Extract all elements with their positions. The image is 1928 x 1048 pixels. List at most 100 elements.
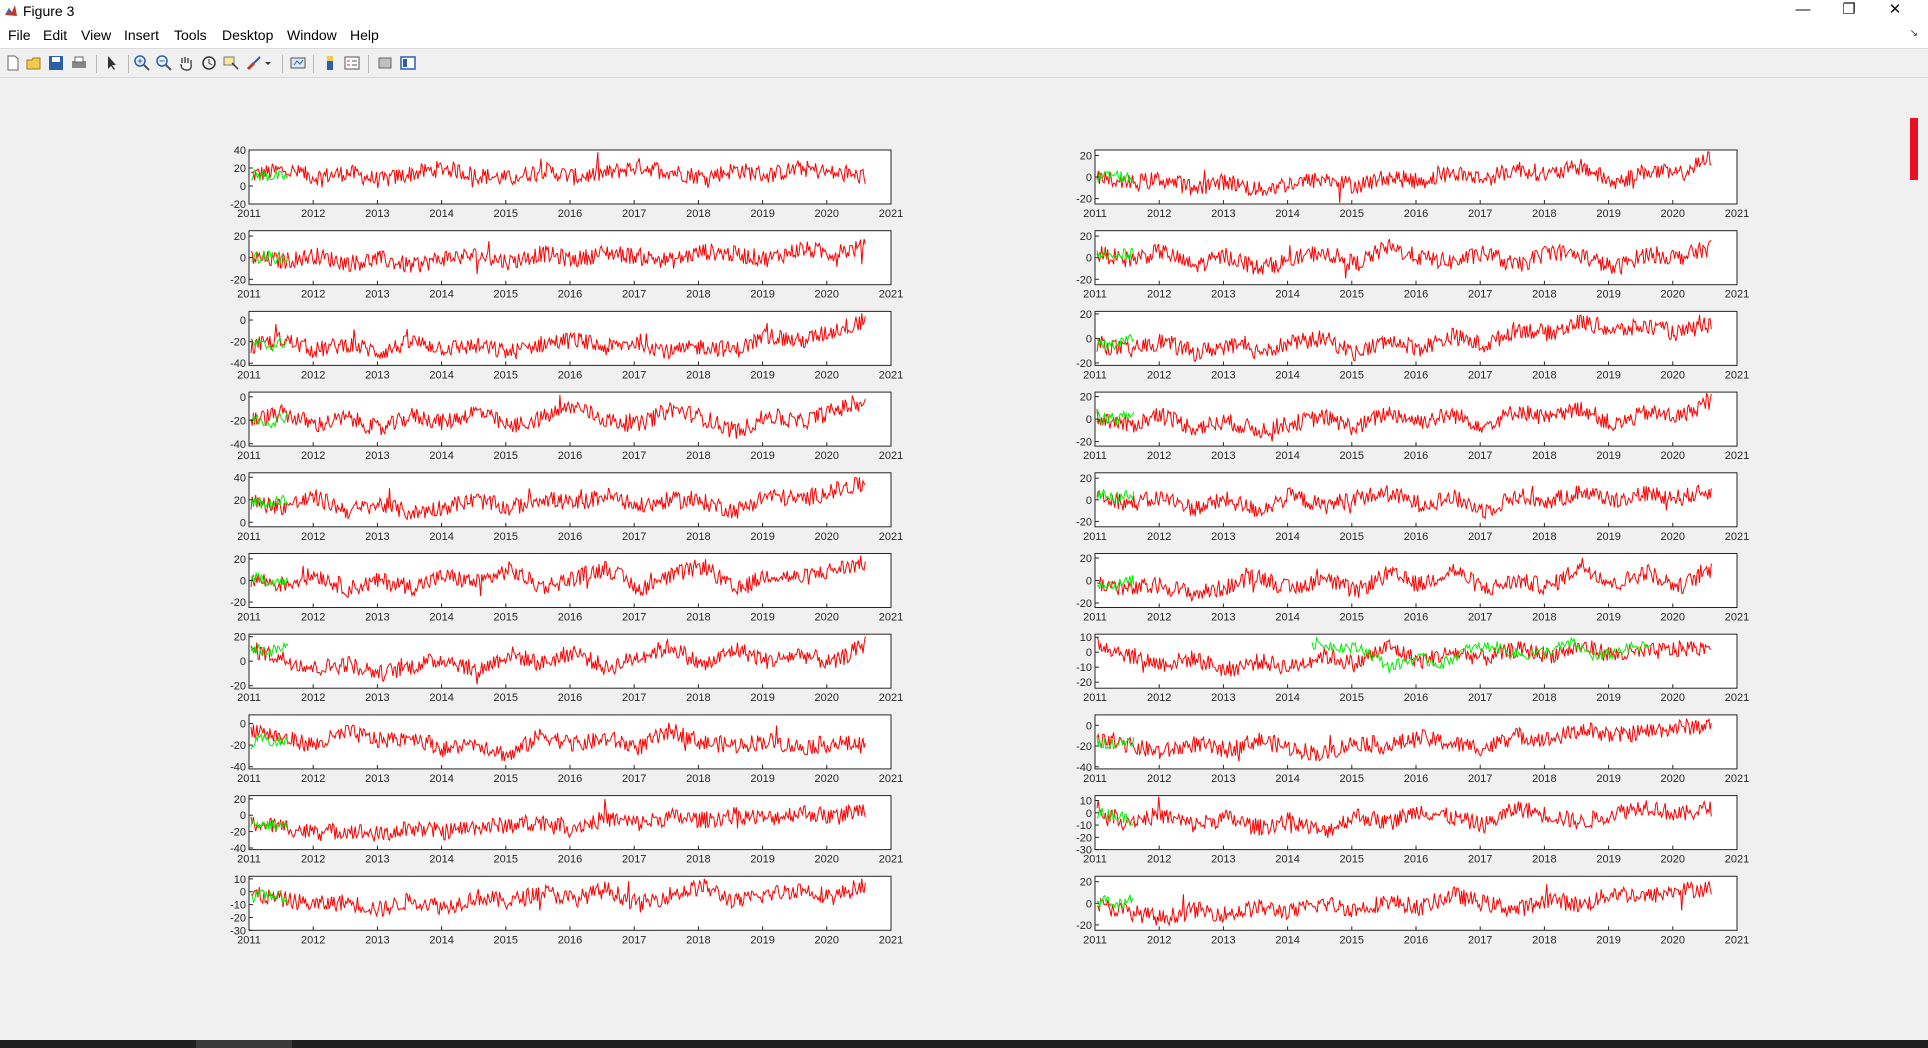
close-button[interactable]: ✕: [1872, 0, 1918, 22]
y-tick-label: -20: [1076, 358, 1092, 370]
dock-arrow-icon[interactable]: ↘: [1910, 28, 1918, 39]
x-tick-label: 2011: [237, 450, 261, 462]
x-tick-label: 2013: [365, 531, 389, 543]
x-tick-label: 2018: [1532, 531, 1556, 543]
x-tick-label: 2013: [1211, 450, 1235, 462]
x-tick-label: 2019: [1596, 450, 1620, 462]
x-tick-label: 2019: [1596, 208, 1620, 220]
y-tick-label: -40: [230, 358, 246, 370]
x-tick-label: 2011: [237, 531, 261, 543]
x-tick-label: 2017: [622, 773, 646, 785]
print-icon[interactable]: [70, 54, 88, 72]
x-tick-label: 2014: [429, 289, 453, 301]
brush-dropdown-icon[interactable]: [263, 54, 273, 72]
x-tick-label: 2018: [686, 369, 710, 381]
x-tick-label: 2012: [301, 773, 325, 785]
link-plot-icon[interactable]: [289, 54, 307, 72]
zoom-out-icon[interactable]: [155, 54, 173, 72]
menu-insert[interactable]: Insert: [124, 27, 159, 43]
x-tick-label: 2018: [686, 773, 710, 785]
x-tick-label: 2015: [494, 692, 518, 704]
y-tick-label: -30: [230, 925, 246, 937]
x-tick-label: 2016: [1404, 854, 1428, 866]
menu-help[interactable]: Help: [350, 27, 379, 43]
menu-bar: File Edit View Insert Tools Desktop Wind…: [0, 22, 1928, 49]
x-tick-label: 2020: [1661, 692, 1685, 704]
x-tick-label: 2020: [1661, 369, 1685, 381]
x-tick-label: 2013: [1211, 369, 1235, 381]
minimize-button[interactable]: —: [1780, 0, 1826, 22]
new-figure-icon[interactable]: [4, 54, 22, 72]
y-tick-label: 0: [240, 392, 246, 404]
y-tick-label: 0: [1086, 414, 1092, 426]
legend-icon[interactable]: [343, 54, 361, 72]
y-tick-label: -20: [1076, 832, 1092, 844]
rotate-3d-icon[interactable]: [200, 54, 218, 72]
brush-icon[interactable]: [245, 54, 263, 72]
x-tick-label: 2018: [686, 934, 710, 946]
x-tick-label: 2020: [1661, 854, 1685, 866]
x-tick-label: 2021: [1725, 450, 1749, 462]
x-tick-label: 2018: [1532, 773, 1556, 785]
hide-plot-tools-icon[interactable]: [376, 54, 394, 72]
menu-file[interactable]: File: [8, 27, 31, 43]
x-tick-label: 2019: [750, 289, 774, 301]
x-tick-label: 2018: [686, 612, 710, 624]
x-tick-label: 2018: [1532, 612, 1556, 624]
x-tick-label: 2014: [429, 208, 453, 220]
y-tick-label: 0: [1086, 172, 1092, 184]
x-tick-label: 2017: [1468, 531, 1492, 543]
x-tick-label: 2014: [1275, 934, 1299, 946]
menu-window[interactable]: Window: [287, 27, 337, 43]
data-cursor-icon[interactable]: [222, 54, 240, 72]
menu-desktop[interactable]: Desktop: [222, 27, 273, 43]
y-tick-label: -20: [1076, 598, 1092, 610]
zoom-in-icon[interactable]: [133, 54, 151, 72]
menu-view[interactable]: View: [81, 27, 111, 43]
x-tick-label: 2019: [1596, 692, 1620, 704]
axes-box: [1094, 310, 1738, 366]
x-tick-label: 2020: [815, 854, 839, 866]
x-tick-label: 2016: [558, 773, 582, 785]
x-tick-label: 2013: [365, 934, 389, 946]
x-tick-label: 2015: [1340, 450, 1364, 462]
x-tick-label: 2017: [1468, 854, 1492, 866]
colorbar-icon[interactable]: [321, 54, 339, 72]
taskbar-app-button[interactable]: [196, 1040, 292, 1048]
subplot-left-2: 2011 2012 2013 2014 2015 2016 2017 2018 2019 2020…: [230, 230, 903, 301]
menu-tools[interactable]: Tools: [174, 27, 207, 43]
open-file-icon[interactable]: [25, 54, 43, 72]
x-tick-label: 2019: [1596, 289, 1620, 301]
show-plot-tools-icon[interactable]: [399, 54, 417, 72]
save-icon[interactable]: [47, 54, 65, 72]
x-tick-label: 2018: [1532, 692, 1556, 704]
edit-plot-arrow-icon[interactable]: [103, 54, 121, 72]
x-tick-label: 2017: [1468, 208, 1492, 220]
x-tick-label: 2017: [622, 208, 646, 220]
x-tick-label: 2021: [879, 208, 903, 220]
y-tick-label: 20: [234, 632, 246, 644]
x-tick-label: 2020: [815, 692, 839, 704]
x-tick-label: 2019: [750, 854, 774, 866]
x-tick-label: 2018: [686, 208, 710, 220]
x-tick-label: 2020: [1661, 289, 1685, 301]
x-tick-label: 2015: [494, 289, 518, 301]
x-tick-label: 2016: [558, 208, 582, 220]
y-tick-label: -20: [1076, 741, 1092, 753]
scrollbar-thumb[interactable]: [1910, 118, 1918, 180]
x-tick-label: 2020: [1661, 450, 1685, 462]
subplot-left-3: 2011 2012 2013 2014 2015 2016 2017 2018 2019 2020…: [230, 310, 903, 381]
subplot-left-6: 2011 2012 2013 2014 2015 2016 2017 2018 2019 2020…: [230, 553, 903, 624]
x-tick-label: 2015: [494, 450, 518, 462]
x-tick-label: 2021: [1725, 531, 1749, 543]
x-tick-label: 2019: [750, 531, 774, 543]
x-tick-label: 2014: [429, 854, 453, 866]
maximize-button[interactable]: ❐: [1826, 0, 1872, 22]
x-tick-label: 2011: [237, 773, 261, 785]
x-tick-label: 2014: [429, 773, 453, 785]
y-tick-label: -20: [230, 274, 246, 286]
pan-hand-icon[interactable]: [177, 54, 195, 72]
x-tick-label: 2018: [1532, 450, 1556, 462]
y-tick-label: 20: [1080, 877, 1092, 889]
menu-edit[interactable]: Edit: [43, 27, 67, 43]
